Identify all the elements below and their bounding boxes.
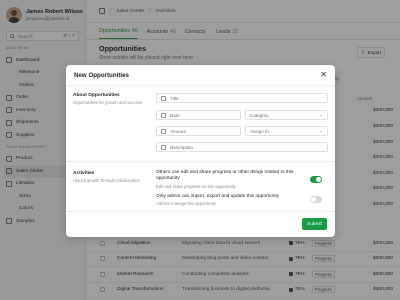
amount-input[interactable]: Amount	[156, 126, 241, 136]
option-admin-hint: Admins manage this opportunity	[156, 201, 216, 206]
date-input[interactable]: Date	[156, 110, 241, 120]
share-toggle[interactable]	[310, 176, 322, 183]
date-placeholder: Date	[170, 112, 180, 118]
admin-only-toggle[interactable]	[310, 196, 322, 203]
new-opportunity-modal: New Opportunities ✕ About Opportunities …	[66, 65, 335, 237]
about-hint: Opportunities for growth and success	[73, 100, 143, 105]
option-admin-title: Only admin can import, export and update…	[156, 194, 280, 199]
description-placeholder: Description	[170, 144, 193, 150]
amount-icon	[161, 128, 166, 134]
activities-label: Activities	[73, 171, 95, 176]
modal-header: New Opportunities ✕	[66, 65, 335, 86]
close-icon[interactable]: ✕	[320, 71, 327, 79]
submit-button[interactable]: Submit	[302, 218, 327, 230]
description-input[interactable]: Description	[156, 142, 328, 152]
chevron-down-icon: ⌄	[319, 128, 323, 133]
title-input[interactable]: Title	[156, 93, 328, 103]
about-label: About Opportunities	[73, 93, 120, 98]
title-icon	[161, 95, 166, 101]
assign-to-select[interactable]: Assign to ⌄	[245, 126, 328, 136]
assign-placeholder: Assign to	[250, 128, 269, 134]
category-select[interactable]: Category ⌄	[245, 110, 328, 120]
title-placeholder: Title	[170, 95, 179, 101]
category-placeholder: Category	[250, 112, 269, 118]
option-share-title: Others can edit and share progress or ot…	[156, 170, 294, 182]
calendar-icon	[161, 112, 166, 118]
chevron-down-icon: ⌄	[319, 112, 323, 117]
option-share-hint: Edit and share progress on this opportun…	[156, 184, 236, 189]
activities-hint: Unlock growth through collaboration	[73, 178, 140, 183]
modal-divider	[66, 211, 335, 212]
modal-divider	[66, 161, 335, 162]
description-icon	[161, 144, 166, 150]
modal-title: New Opportunities	[74, 71, 130, 79]
amount-placeholder: Amount	[170, 128, 186, 134]
